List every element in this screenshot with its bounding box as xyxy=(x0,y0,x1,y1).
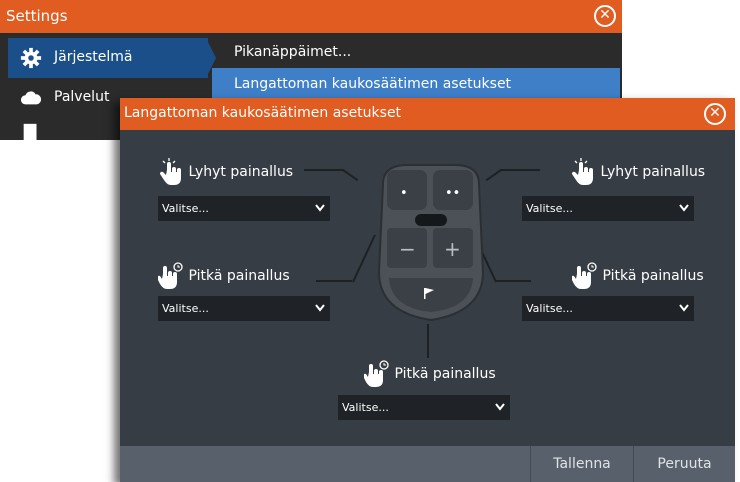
dialog-titlebar: Langattoman kaukosäätimen asetukset ✕ xyxy=(120,98,735,130)
remote-button-plus: + xyxy=(444,237,461,261)
chevron-down-icon xyxy=(315,304,325,312)
leader-line xyxy=(500,169,540,171)
settings-menu: Pikanäppäimet... Langattoman kaukosäätim… xyxy=(212,36,620,100)
top-right-dropdown[interactable]: Valitse... xyxy=(522,196,694,221)
mid-right-label: Pitkä painallus xyxy=(572,262,704,290)
sidebar-item-label: Palvelut xyxy=(54,89,110,105)
settings-titlebar: Settings ✕ xyxy=(0,0,622,33)
mid-left-label: Pitkä painallus xyxy=(158,262,290,290)
bottom-dropdown[interactable]: Valitse... xyxy=(338,395,510,420)
save-button[interactable]: Tallenna xyxy=(531,446,633,482)
tap-hand-icon xyxy=(159,158,181,185)
settings-close-icon[interactable]: ✕ xyxy=(594,5,616,27)
press-label-text: Pitkä painallus xyxy=(394,366,496,382)
remote-graphic xyxy=(377,164,485,322)
leader-line xyxy=(485,169,502,182)
chevron-down-icon xyxy=(679,204,689,212)
cloud-icon xyxy=(20,91,42,105)
sidebar-item-system[interactable]: Järjestelmä xyxy=(8,38,208,78)
remote-button-double-dot: •• xyxy=(445,186,461,201)
dropdown-value: Valitse... xyxy=(526,302,573,315)
mid-left-dropdown[interactable]: Valitse... xyxy=(158,296,330,321)
settings-title: Settings xyxy=(6,7,68,25)
long-press-hand-icon xyxy=(364,360,389,387)
tap-hand-icon xyxy=(571,158,593,185)
dropdown-value: Valitse... xyxy=(526,202,573,215)
document-icon xyxy=(23,123,37,143)
leader-line xyxy=(495,280,531,282)
chevron-down-icon xyxy=(495,403,505,411)
press-label-text: Lyhyt painallus xyxy=(600,164,706,180)
long-press-hand-icon xyxy=(572,262,597,289)
chevron-down-icon xyxy=(679,304,689,312)
dialog-close-icon[interactable]: ✕ xyxy=(704,103,726,125)
sidebar-item-label: Järjestelmä xyxy=(54,49,133,65)
wireless-remote-dialog: Langattoman kaukosäätimen asetukset ✕ • … xyxy=(120,98,735,482)
gear-icon xyxy=(20,47,42,69)
chevron-down-icon xyxy=(315,204,325,212)
menu-item-shortcuts[interactable]: Pikanäppäimet... xyxy=(212,36,620,68)
menu-item-wireless-remote[interactable]: Langattoman kaukosäätimen asetukset xyxy=(212,68,620,100)
remote-button-dot: • xyxy=(400,186,408,201)
leader-line xyxy=(316,280,352,282)
top-left-dropdown[interactable]: Valitse... xyxy=(158,196,330,221)
flag-icon xyxy=(424,288,434,299)
leader-line xyxy=(304,169,344,171)
top-left-label: Lyhyt painallus xyxy=(158,158,293,186)
dropdown-value: Valitse... xyxy=(162,202,209,215)
press-label-text: Pitkä painallus xyxy=(188,268,290,284)
remote-button-minus: − xyxy=(399,237,416,261)
dropdown-value: Valitse... xyxy=(342,401,389,414)
press-label-text: Lyhyt painallus xyxy=(188,164,294,180)
dialog-title: Langattoman kaukosäätimen asetukset xyxy=(124,105,402,121)
leader-line xyxy=(342,169,359,182)
leader-line xyxy=(427,324,429,358)
dialog-footer: Tallenna Peruuta xyxy=(120,446,735,482)
leader-line xyxy=(352,234,376,283)
top-right-label: Lyhyt painallus xyxy=(570,158,705,186)
press-label-text: Pitkä painallus xyxy=(602,268,704,284)
dropdown-value: Valitse... xyxy=(162,302,209,315)
cancel-button[interactable]: Peruuta xyxy=(634,446,735,482)
long-press-hand-icon xyxy=(158,262,183,289)
bottom-label: Pitkä painallus xyxy=(364,360,496,388)
mid-right-dropdown[interactable]: Valitse... xyxy=(522,296,694,321)
